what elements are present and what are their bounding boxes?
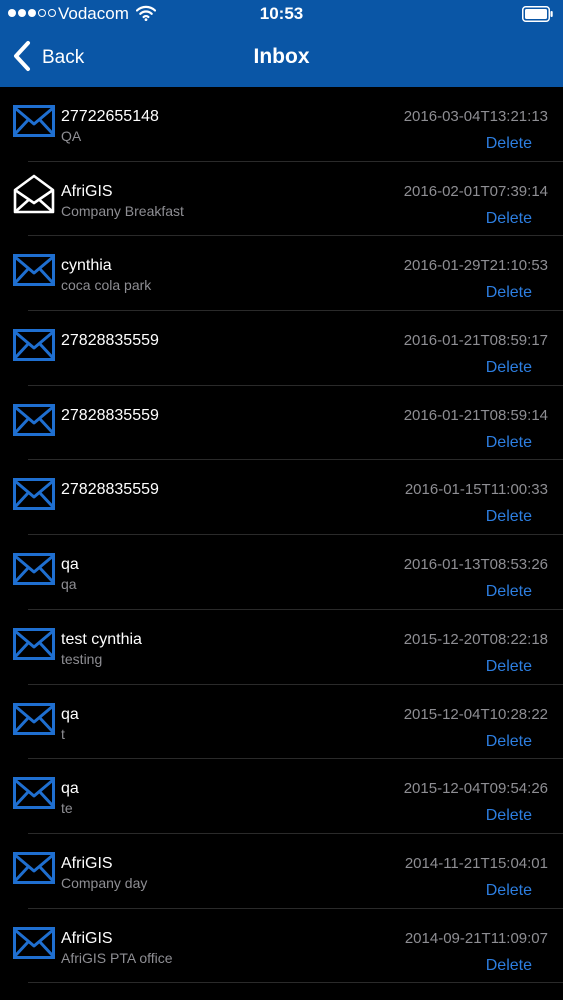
delete-button[interactable]: Delete — [486, 284, 532, 302]
envelope-closed-icon — [13, 403, 55, 436]
delete-button[interactable]: Delete — [486, 733, 532, 751]
envelope-closed-icon — [13, 702, 55, 735]
message-sender: qa — [61, 705, 79, 723]
envelope-closed-icon — [13, 553, 55, 586]
envelope-closed-icon — [13, 851, 55, 884]
delete-button[interactable]: Delete — [486, 135, 532, 153]
delete-button[interactable]: Delete — [486, 658, 532, 676]
delete-button[interactable]: Delete — [486, 957, 532, 975]
message-timestamp: 2016-01-13T08:53:26 — [403, 556, 548, 574]
message-row[interactable]: test cynthia testing 2015-12-20T08:22:18… — [0, 610, 563, 685]
message-timestamp: 2015-12-04T10:28:22 — [403, 705, 548, 723]
delete-button[interactable]: Delete — [486, 583, 532, 601]
message-row[interactable]: qa qa 2016-01-13T08:53:26 Delete — [0, 535, 563, 610]
message-timestamp: 2015-12-20T08:22:18 — [403, 630, 548, 648]
message-row[interactable]: 27722655148 QA 2016-03-04T13:21:13 Delet… — [0, 87, 563, 162]
message-subject: testing — [61, 650, 103, 667]
message-sender: qa — [61, 780, 79, 798]
message-subject: t — [61, 725, 65, 742]
message-sender: test cynthia — [61, 630, 142, 648]
message-sender: AfriGIS — [61, 929, 113, 947]
message-subject: Company Breakfast — [61, 202, 184, 219]
envelope-closed-icon — [13, 105, 55, 137]
status-bar: Vodacom 10:53 — [0, 0, 563, 30]
message-sender: 27828835559 — [61, 481, 159, 499]
envelope-closed-icon — [13, 329, 55, 362]
message-subject: qa — [61, 576, 77, 593]
message-row[interactable]: 27828835559 2016-01-21T08:59:17 Delete — [0, 311, 563, 386]
message-timestamp: 2014-09-21T11:09:07 — [404, 929, 548, 947]
envelope-closed-icon — [13, 926, 55, 959]
message-subject: AfriGIS PTA office — [61, 949, 173, 966]
message-timestamp: 2014-11-21T15:04:01 — [404, 854, 548, 872]
message-sender: AfriGIS — [61, 182, 113, 200]
envelope-open-icon — [13, 174, 55, 214]
envelope-closed-icon — [13, 254, 55, 287]
message-subject: Company day — [61, 874, 148, 891]
message-row[interactable]: qa t 2015-12-04T10:28:22 Delete — [0, 685, 563, 760]
delete-button[interactable]: Delete — [486, 508, 532, 526]
message-sender: qa — [61, 556, 79, 574]
message-row[interactable]: qa te 2015-12-04T09:54:26 Delete — [0, 759, 563, 834]
delete-button[interactable]: Delete — [486, 359, 532, 377]
message-subject: te — [61, 800, 73, 817]
battery-icon — [522, 6, 554, 27]
message-row[interactable]: 27828835559 2016-01-21T08:59:14 Delete — [0, 386, 563, 461]
message-sender: 27722655148 — [61, 108, 159, 125]
message-subject: QA — [61, 128, 82, 144]
message-timestamp: 2016-03-04T13:21:13 — [403, 108, 548, 125]
inbox-screen: Vodacom 10:53 Back Inbox 27722655148 QA … — [0, 0, 563, 1000]
delete-button[interactable]: Delete — [486, 882, 532, 900]
message-row[interactable]: AfriGIS AfriGIS PTA office 2014-09-21T11… — [0, 909, 563, 984]
message-timestamp: 2016-01-29T21:10:53 — [403, 257, 548, 275]
message-list: 27722655148 QA 2016-03-04T13:21:13 Delet… — [0, 87, 563, 983]
message-row[interactable]: AfriGIS Company day 2014-11-21T15:04:01 … — [0, 834, 563, 909]
message-timestamp: 2016-02-01T07:39:14 — [403, 182, 548, 200]
delete-button[interactable]: Delete — [486, 434, 532, 452]
message-subject: coca cola park — [61, 277, 152, 294]
page-title: Inbox — [253, 45, 310, 68]
message-row[interactable]: 27828835559 2016-01-15T11:00:33 Delete — [0, 460, 563, 535]
envelope-closed-icon — [13, 478, 55, 511]
message-sender: cynthia — [61, 257, 112, 275]
message-sender: 27828835559 — [61, 332, 159, 350]
delete-button[interactable]: Delete — [486, 210, 532, 228]
message-timestamp: 2016-01-21T08:59:14 — [403, 406, 548, 424]
message-sender: 27828835559 — [61, 406, 159, 424]
message-sender: AfriGIS — [61, 854, 113, 872]
delete-button[interactable]: Delete — [486, 807, 532, 825]
message-row[interactable]: cynthia coca cola park 2016-01-29T21:10:… — [0, 236, 563, 311]
envelope-closed-icon — [13, 777, 55, 810]
message-timestamp: 2016-01-21T08:59:17 — [403, 332, 548, 350]
message-timestamp: 2015-12-04T09:54:26 — [403, 780, 548, 798]
navigation-bar: Back Inbox — [0, 30, 563, 87]
message-row[interactable]: AfriGIS Company Breakfast 2016-02-01T07:… — [0, 162, 563, 237]
top-bar: Vodacom 10:53 Back Inbox — [0, 0, 563, 87]
status-time: 10:53 — [259, 4, 304, 23]
message-timestamp: 2016-01-15T11:00:33 — [404, 481, 548, 499]
envelope-closed-icon — [13, 627, 55, 660]
